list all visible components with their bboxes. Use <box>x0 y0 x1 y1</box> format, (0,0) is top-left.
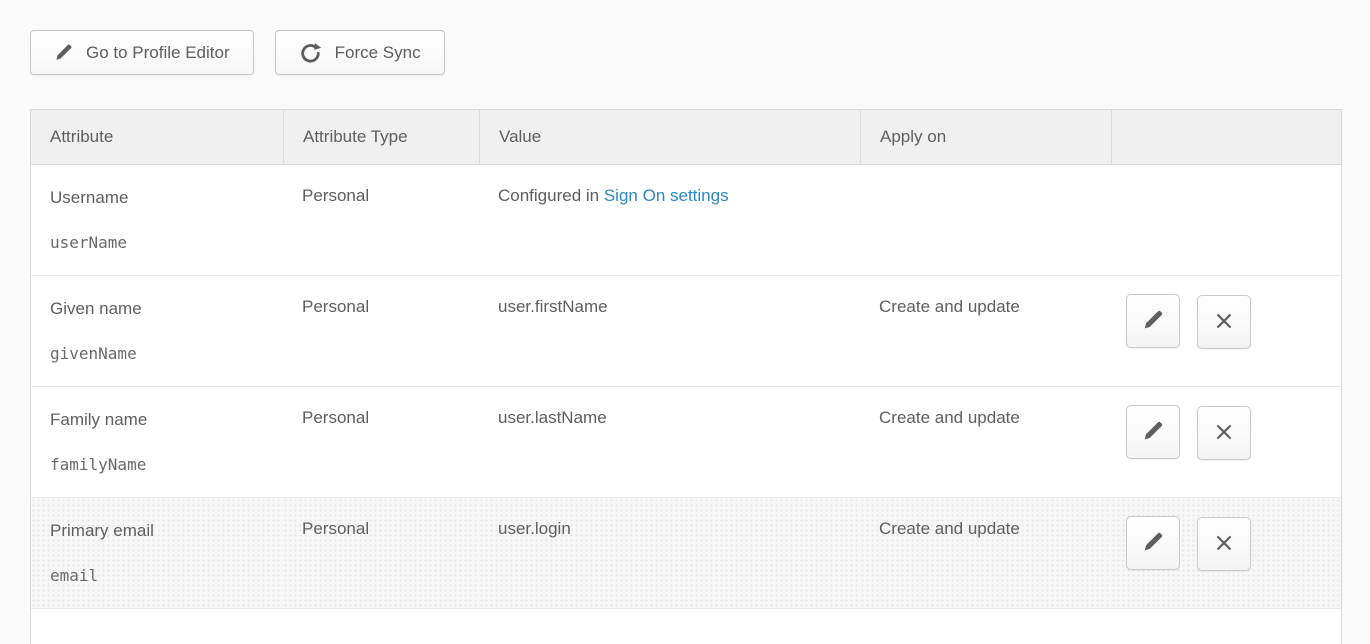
sign-on-settings-link[interactable]: Sign On settings <box>604 186 729 205</box>
pencil-icon <box>1142 309 1164 334</box>
attribute-variable-name: userName <box>50 232 275 254</box>
table-row-given-name: Given name givenName Personal user.first… <box>31 275 1341 386</box>
remove-attribute-button[interactable] <box>1197 295 1251 349</box>
force-sync-label: Force Sync <box>335 43 421 63</box>
attribute-type-cell: Personal <box>283 386 479 497</box>
column-header-actions <box>1111 110 1341 165</box>
value-cell: Configured in Sign On settings <box>479 165 860 275</box>
value-cell: user.lastName <box>479 386 860 497</box>
actions-cell <box>1111 386 1341 497</box>
value-cell: user.login <box>479 497 860 608</box>
close-icon <box>1214 533 1234 556</box>
pencil-icon <box>1142 420 1164 445</box>
attribute-type-cell: Personal <box>283 165 479 275</box>
attribute-type-cell: Personal <box>283 275 479 386</box>
column-header-apply-on: Apply on <box>860 110 1111 165</box>
apply-on-cell <box>860 165 1111 275</box>
attribute-cell: Family name familyName <box>31 386 283 497</box>
close-icon <box>1214 311 1234 334</box>
attribute-label: Given name <box>50 297 275 321</box>
table-row-username: Username userName Personal Configured in… <box>31 165 1341 275</box>
table-row-family-name: Family name familyName Personal user.las… <box>31 386 1341 497</box>
attribute-variable-name: email <box>50 565 275 587</box>
attribute-label: Primary email <box>50 519 275 543</box>
remove-attribute-button[interactable] <box>1197 517 1251 571</box>
toolbar: Go to Profile Editor Force Sync <box>30 30 1370 75</box>
attribute-cell: Username userName <box>31 165 283 275</box>
refresh-icon <box>299 41 322 64</box>
column-header-attribute-type: Attribute Type <box>283 110 479 165</box>
attribute-variable-name: familyName <box>50 454 275 476</box>
edit-attribute-button[interactable] <box>1126 294 1180 348</box>
apply-on-cell: Create and update <box>860 497 1111 608</box>
attribute-cell: Primary email email <box>31 497 283 608</box>
apply-on-cell: Create and update <box>860 386 1111 497</box>
actions-cell <box>1111 275 1341 386</box>
actions-cell <box>1111 165 1341 275</box>
attribute-mappings-table: Attribute Attribute Type Value Apply on … <box>30 109 1342 644</box>
attribute-label: Family name <box>50 408 275 432</box>
table-header-row: Attribute Attribute Type Value Apply on <box>31 110 1341 165</box>
table-row-partial <box>31 608 1341 644</box>
attribute-mappings-page: Go to Profile Editor Force Sync Attribut… <box>0 0 1370 644</box>
pencil-icon <box>1142 531 1164 556</box>
attribute-cell: Given name givenName <box>31 275 283 386</box>
pencil-icon <box>54 43 73 62</box>
value-cell: user.firstName <box>479 275 860 386</box>
table-row-primary-email: Primary email email Personal user.login … <box>31 497 1341 608</box>
attribute-type-cell: Personal <box>283 497 479 608</box>
value-prefix-text: Configured in <box>498 186 604 205</box>
go-to-profile-editor-label: Go to Profile Editor <box>86 43 230 63</box>
force-sync-button[interactable]: Force Sync <box>275 30 445 75</box>
edit-attribute-button[interactable] <box>1126 516 1180 570</box>
go-to-profile-editor-button[interactable]: Go to Profile Editor <box>30 30 254 75</box>
actions-cell <box>1111 497 1341 608</box>
column-header-value: Value <box>479 110 860 165</box>
close-icon <box>1214 422 1234 445</box>
remove-attribute-button[interactable] <box>1197 406 1251 460</box>
apply-on-cell: Create and update <box>860 275 1111 386</box>
edit-attribute-button[interactable] <box>1126 405 1180 459</box>
attribute-label: Username <box>50 186 275 210</box>
column-header-attribute: Attribute <box>31 110 283 165</box>
attribute-variable-name: givenName <box>50 343 275 365</box>
